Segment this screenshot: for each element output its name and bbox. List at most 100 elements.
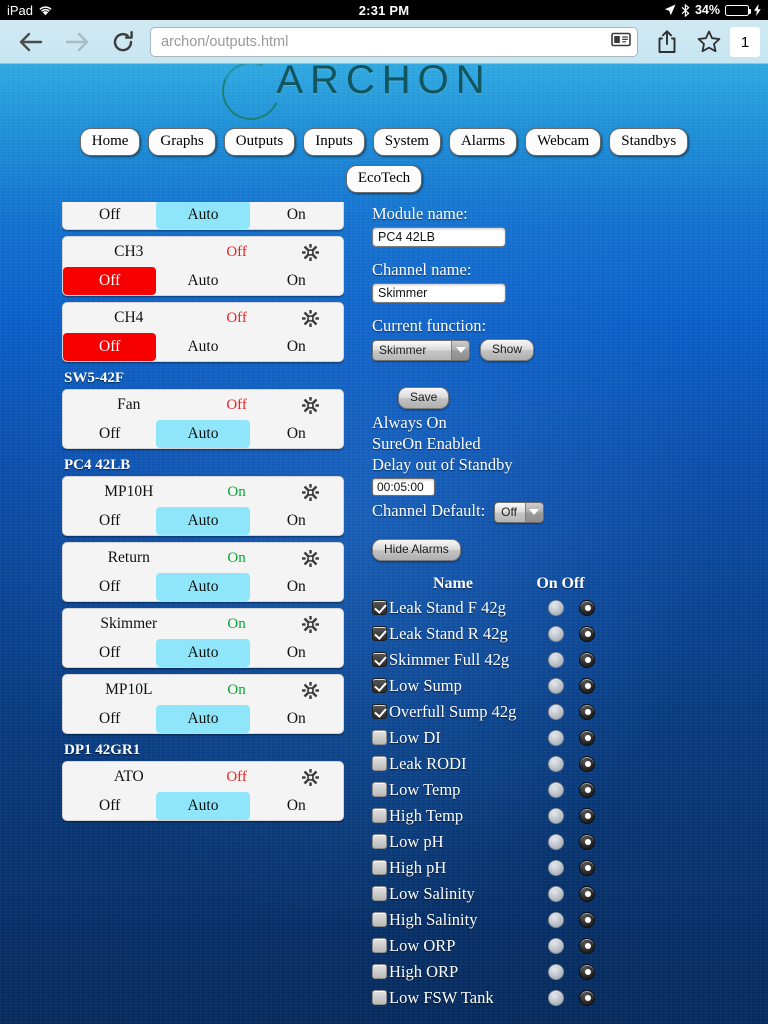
alarm-off-radio[interactable] xyxy=(579,833,595,850)
alarm-off-radio[interactable] xyxy=(579,599,595,616)
channel-card[interactable]: ATO Off Off Auto On xyxy=(62,761,344,821)
alarm-enable-checkbox[interactable] xyxy=(372,808,387,824)
channel-card[interactable]: MP10L On Off Auto On xyxy=(62,674,344,734)
forward-button[interactable] xyxy=(54,20,100,64)
alarm-enable-checkbox[interactable] xyxy=(372,704,387,720)
mode-off-button[interactable]: Off xyxy=(63,267,157,295)
alarm-off-radio[interactable] xyxy=(579,651,595,668)
alarm-off-radio[interactable] xyxy=(579,677,595,694)
alarm-row[interactable]: Leak Stand R 42g xyxy=(372,621,762,647)
alarm-off-radio[interactable] xyxy=(579,807,595,824)
alarm-enable-checkbox[interactable] xyxy=(372,990,387,1006)
alarm-on-radio[interactable] xyxy=(548,833,564,850)
channel-card[interactable]: CH3 Off Off Auto On xyxy=(62,236,344,296)
alarm-on-radio[interactable] xyxy=(548,755,564,772)
mode-on-button[interactable]: On xyxy=(250,573,343,601)
alarm-row[interactable]: Low Temp xyxy=(372,777,762,803)
mode-off-button[interactable]: Off xyxy=(63,333,157,361)
alarm-on-radio[interactable] xyxy=(548,885,564,902)
mode-on-button[interactable]: On xyxy=(250,202,343,229)
mode-auto-button[interactable]: Auto xyxy=(156,420,250,448)
mode-on-button[interactable]: On xyxy=(250,267,343,295)
mode-auto-button[interactable]: Auto xyxy=(156,202,250,229)
alarm-on-radio[interactable] xyxy=(548,781,564,798)
mode-off-button[interactable]: Off xyxy=(63,705,156,733)
delay-out-of-standby-input[interactable]: 00:05:00 xyxy=(372,478,435,496)
tab-count-badge[interactable]: 1 xyxy=(730,27,760,57)
alarm-row[interactable]: Low ORP xyxy=(372,933,762,959)
channel-settings-button[interactable] xyxy=(279,309,343,327)
alarm-row[interactable]: Leak RODI xyxy=(372,751,762,777)
alarm-enable-checkbox[interactable] xyxy=(372,938,387,954)
alarm-row[interactable]: Overfull Sump 42g xyxy=(372,699,762,725)
mode-on-button[interactable]: On xyxy=(250,507,343,535)
alarm-on-radio[interactable] xyxy=(548,807,564,824)
share-button[interactable] xyxy=(646,20,688,64)
alarm-enable-checkbox[interactable] xyxy=(372,756,387,772)
alarm-on-radio[interactable] xyxy=(548,859,564,876)
back-button[interactable] xyxy=(8,20,54,64)
alarm-enable-checkbox[interactable] xyxy=(372,964,387,980)
alarm-enable-checkbox[interactable] xyxy=(372,782,387,798)
mode-auto-button[interactable]: Auto xyxy=(156,573,250,601)
nav-item-ecotech[interactable]: EcoTech xyxy=(345,165,423,193)
mode-auto-button[interactable]: Auto xyxy=(156,333,249,361)
alarm-row[interactable]: Low Sump xyxy=(372,673,762,699)
hide-alarms-button[interactable]: Hide Alarms xyxy=(372,538,461,561)
current-function-select[interactable]: Skimmer xyxy=(372,339,470,361)
nav-item-inputs[interactable]: Inputs xyxy=(303,128,365,156)
alarm-on-radio[interactable] xyxy=(548,729,564,746)
alarm-row[interactable]: Low DI xyxy=(372,725,762,751)
alarm-row[interactable]: Leak Stand F 42g xyxy=(372,595,762,621)
channel-card[interactable]: Return On Off Auto On xyxy=(62,542,344,602)
channel-settings-button[interactable] xyxy=(279,768,343,786)
alarm-enable-checkbox[interactable] xyxy=(372,886,387,902)
channel-card[interactable]: Off Auto On xyxy=(62,202,344,230)
mode-auto-button[interactable]: Auto xyxy=(156,507,250,535)
alarm-row[interactable]: Low pH xyxy=(372,829,762,855)
mode-auto-button[interactable]: Auto xyxy=(156,792,250,820)
alarm-on-radio[interactable] xyxy=(548,599,564,616)
mode-on-button[interactable]: On xyxy=(250,792,343,820)
module-name-input[interactable]: PC4 42LB xyxy=(372,227,506,247)
channel-card[interactable]: CH4 Off Off Auto On xyxy=(62,302,344,362)
alarm-off-radio[interactable] xyxy=(579,963,595,980)
alarm-row[interactable]: Low FSW Tank xyxy=(372,985,762,1011)
channel-settings-button[interactable] xyxy=(279,396,343,414)
mode-on-button[interactable]: On xyxy=(250,420,343,448)
address-bar[interactable]: archon/outputs.html xyxy=(150,26,638,57)
mode-off-button[interactable]: Off xyxy=(63,639,156,667)
alarm-enable-checkbox[interactable] xyxy=(372,730,387,746)
mode-on-button[interactable]: On xyxy=(250,333,343,361)
nav-item-webcam[interactable]: Webcam xyxy=(525,128,602,156)
alarm-enable-checkbox[interactable] xyxy=(372,600,387,616)
alarm-enable-checkbox[interactable] xyxy=(372,626,387,642)
save-button[interactable]: Save xyxy=(398,387,450,409)
nav-item-graphs[interactable]: Graphs xyxy=(148,128,216,156)
alarm-off-radio[interactable] xyxy=(579,937,595,954)
alarm-off-radio[interactable] xyxy=(579,911,595,928)
nav-item-outputs[interactable]: Outputs xyxy=(223,128,296,156)
channel-default-select[interactable]: Off xyxy=(494,501,544,523)
mode-auto-button[interactable]: Auto xyxy=(156,639,250,667)
alarm-off-radio[interactable] xyxy=(579,989,595,1006)
alarm-on-radio[interactable] xyxy=(548,937,564,954)
alarm-row[interactable]: High pH xyxy=(372,855,762,881)
alarm-on-radio[interactable] xyxy=(548,963,564,980)
alarm-on-radio[interactable] xyxy=(548,651,564,668)
alarm-row[interactable]: Skimmer Full 42g xyxy=(372,647,762,673)
alarm-on-radio[interactable] xyxy=(548,703,564,720)
show-button[interactable]: Show xyxy=(480,339,535,361)
channel-settings-button[interactable] xyxy=(279,681,343,699)
mode-auto-button[interactable]: Auto xyxy=(156,705,250,733)
nav-item-standbys[interactable]: Standbys xyxy=(609,128,689,156)
channel-settings-button[interactable] xyxy=(279,243,343,261)
alarm-on-radio[interactable] xyxy=(548,911,564,928)
channel-settings-button[interactable] xyxy=(279,615,343,633)
alarm-enable-checkbox[interactable] xyxy=(372,912,387,928)
alarm-enable-checkbox[interactable] xyxy=(372,834,387,850)
alarm-off-radio[interactable] xyxy=(579,885,595,902)
alarm-row[interactable]: High Temp xyxy=(372,803,762,829)
mode-off-button[interactable]: Off xyxy=(63,202,156,229)
mode-on-button[interactable]: On xyxy=(250,705,343,733)
